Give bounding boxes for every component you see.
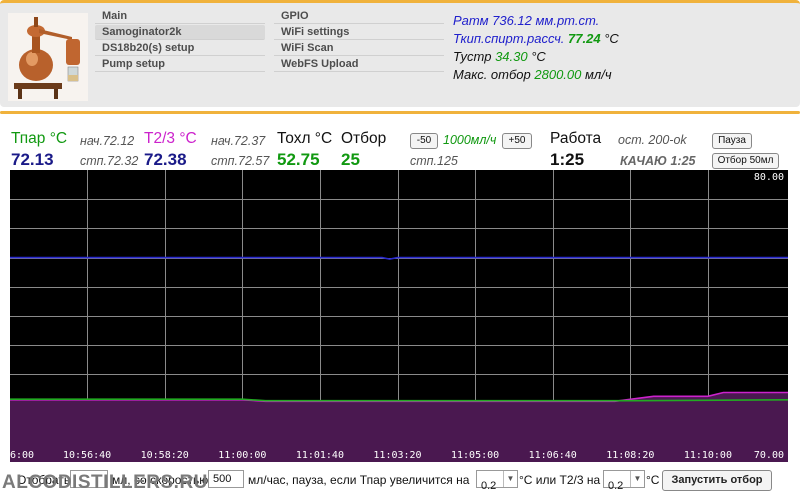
distiller-logo-image	[8, 13, 88, 101]
menu-item-samoginator2k[interactable]: Samoginator2k	[95, 25, 265, 40]
menu-item-gpio[interactable]: GPIO	[274, 9, 444, 24]
tpar-value: 72.13	[11, 150, 54, 169]
menu-item-pump-setup[interactable]: Pump setup	[95, 57, 265, 72]
chart-x-tick-label: 6:00	[10, 450, 34, 461]
atm-pressure-label: Ратм	[453, 13, 489, 28]
t23-stp: стп.72.57	[211, 154, 270, 168]
otbor-stp: стп.125	[410, 154, 458, 168]
t23-start: нач.72.37	[211, 134, 266, 148]
otbor-value: 25	[341, 150, 360, 169]
menu-item-ds18b20-setup[interactable]: DS18b20(s) setup	[95, 41, 265, 56]
main-menu-left: Main Samoginator2k DS18b20(s) setup Pump…	[95, 9, 265, 73]
menu-item-wifi-settings[interactable]: WiFi settings	[274, 25, 444, 40]
chart-x-tick-label: 11:03:20	[373, 450, 421, 461]
device-temp-value: 34.30	[495, 49, 528, 64]
atm-pressure-line: Ратм 736.12 мм.рт.ст.	[453, 12, 619, 30]
atm-pressure-value: 736.12	[492, 13, 532, 28]
increase-50-button[interactable]: +50	[502, 133, 532, 149]
draw-text-5: °С	[646, 473, 660, 487]
tpar-threshold-select[interactable]: 0.2 ▼	[476, 470, 518, 492]
status-info: Ратм 736.12 мм.рт.ст. Ткип.спирт.рассч. …	[453, 12, 619, 84]
tpar-stp: стп.72.32	[80, 154, 139, 168]
boil-temp-unit: °С	[604, 31, 619, 46]
t23-value: 72.38	[144, 150, 187, 169]
tpar-start: нач.72.12	[80, 134, 135, 148]
otbor-label: Отбор	[341, 130, 387, 147]
site-watermark: ALCODISTILLERS.RU	[2, 472, 208, 493]
tpar-label: Тпар °С	[11, 130, 68, 147]
chart-x-tick-label: 11:00:00	[218, 450, 266, 461]
chevron-down-icon: ▼	[630, 471, 644, 487]
remaining-status: ост. 200-ok	[618, 133, 687, 147]
pump-status: КАЧАЮ 1:25	[620, 154, 696, 168]
boil-temp-line: Ткип.спирт.рассч. 77.24 °С	[453, 30, 619, 48]
chart-x-tick-label: 11:10:00	[684, 450, 732, 461]
tpar-threshold-value: 0.2	[481, 480, 497, 492]
distiller-icon	[8, 13, 88, 101]
rabota-value: 1:25	[550, 150, 585, 169]
chart-y-max-label: 80.00	[754, 172, 784, 183]
draw-rate: 1000мл/ч	[443, 133, 497, 147]
draw-text-3: мл/час, пауза, если Тпар увеличится на	[248, 473, 470, 487]
chart-x-tick-label: 10:56:40	[63, 450, 111, 461]
max-draw-line: Макс. отбор 2800.00 мл/ч	[453, 66, 619, 84]
top-panel: Main Samoginator2k DS18b20(s) setup Pump…	[0, 0, 800, 107]
boil-temp-value: 77.24	[568, 31, 601, 46]
tohl-label: Тохл °С	[277, 130, 333, 147]
rabota-label: Работа	[550, 130, 602, 147]
max-draw-label: Макс. отбор	[453, 67, 531, 82]
chart-y-min-label: 70.00	[754, 450, 784, 461]
max-draw-unit: мл/ч	[585, 67, 612, 82]
decrease-50-button[interactable]: -50	[410, 133, 438, 149]
menu-item-main[interactable]: Main	[95, 9, 265, 24]
chart-x-tick-label: 11:06:40	[529, 450, 577, 461]
t23-threshold-select[interactable]: 0.2 ▼	[603, 470, 645, 492]
tohl-value: 52.75	[277, 150, 320, 169]
device-temp-line: Тустр 34.30 °С	[453, 48, 619, 66]
t23-label: Т2/3 °С	[144, 130, 197, 147]
draw-text-4: °С или Т2/3 на	[519, 473, 601, 487]
chart-x-tick-label: 11:01:40	[296, 450, 344, 461]
draw-50ml-button[interactable]: Отбор 50мл	[712, 153, 779, 169]
temperature-chart: 6:00 10:56:40 10:58:20 11:00:00 11:01:40 11:0…	[10, 170, 788, 462]
chart-x-tick-label: 11:05:00	[451, 450, 499, 461]
pause-button[interactable]: Пауза	[712, 133, 752, 149]
start-draw-button[interactable]: Запустить отбор	[662, 470, 772, 491]
chart-x-tick-label: 10:58:20	[141, 450, 189, 461]
boil-temp-label: Ткип.спирт.рассч.	[453, 31, 565, 46]
menu-item-wifi-scan[interactable]: WiFi Scan	[274, 41, 444, 56]
separator-bar	[0, 111, 800, 114]
menu-item-webfs-upload[interactable]: WebFS Upload	[274, 57, 444, 72]
device-temp-label: Тустр	[453, 49, 492, 64]
atm-pressure-unit: мм.рт.ст.	[535, 13, 600, 28]
main-menu-right: GPIO WiFi settings WiFi Scan WebFS Uploa…	[274, 9, 444, 73]
t23-threshold-value: 0.2	[608, 480, 624, 492]
chart-x-tick-label: 11:08:20	[606, 450, 654, 461]
draw-speed-input[interactable]: 500	[208, 470, 244, 488]
max-draw-value: 2800.00	[534, 67, 582, 82]
chevron-down-icon: ▼	[503, 471, 517, 487]
device-temp-unit: °С	[531, 49, 546, 64]
